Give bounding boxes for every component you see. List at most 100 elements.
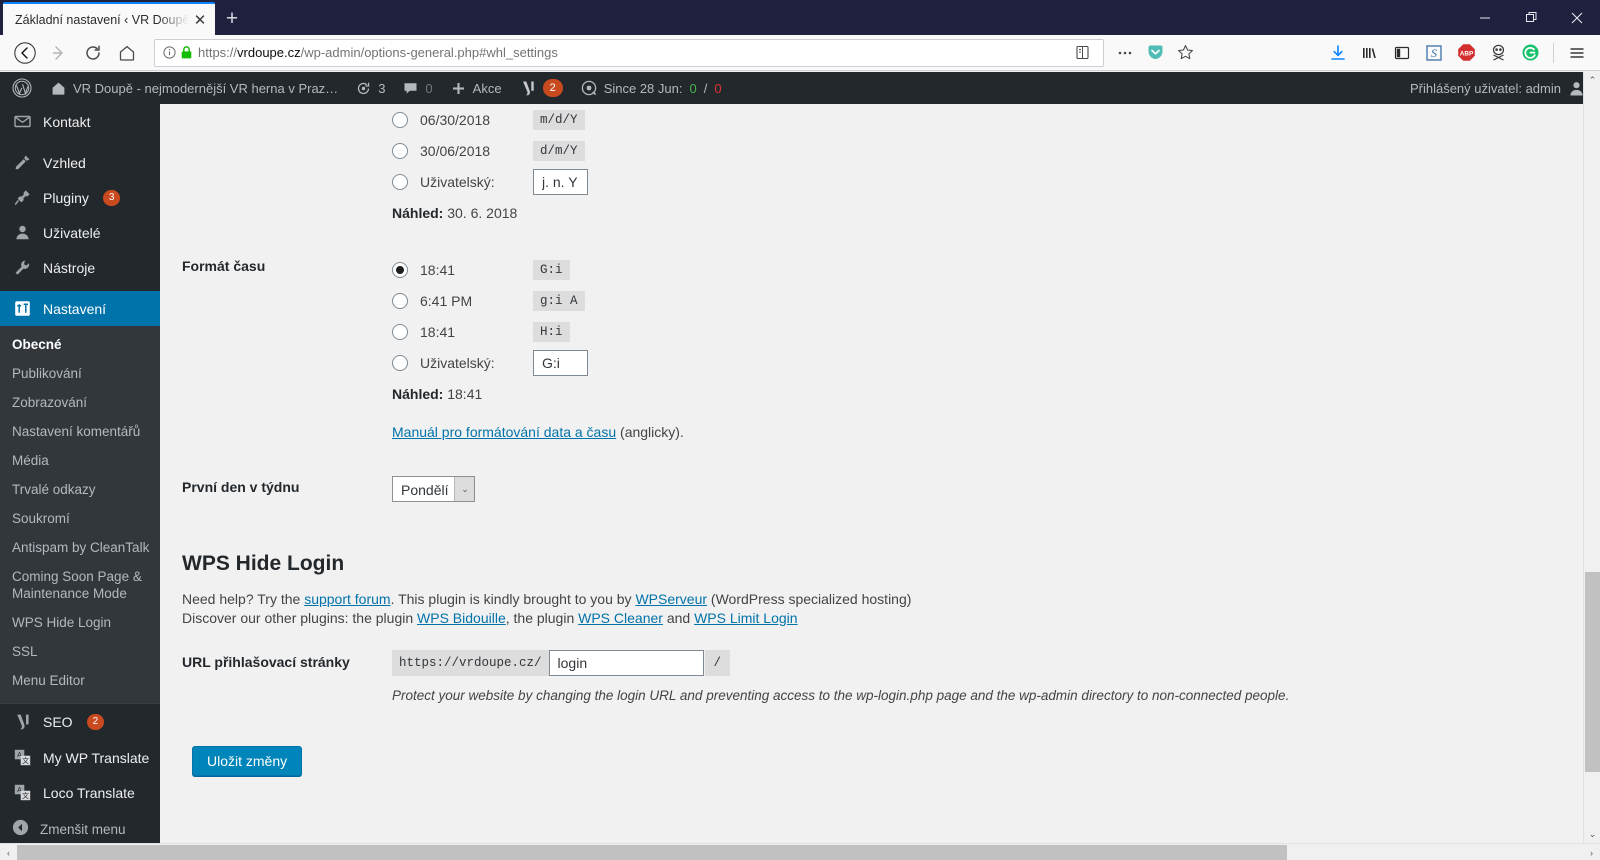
pocket-icon[interactable] (1140, 38, 1170, 68)
time-format-option[interactable]: 18:41 H:i (392, 316, 1590, 347)
sidebar-item-nastaveni[interactable]: Nastavení (0, 291, 168, 326)
close-icon[interactable]: ✕ (191, 11, 209, 29)
download-icon[interactable] (1323, 38, 1353, 68)
submenu-item-publikovani[interactable]: Publikování (0, 359, 160, 388)
sidebar-item-seo[interactable]: SEO 2 (0, 704, 160, 740)
vertical-scroll-thumb[interactable] (1585, 572, 1600, 772)
grammarly-icon[interactable] (1515, 38, 1545, 68)
since-stats-menu[interactable]: Since 28 Jun: 0 / 0 (572, 72, 731, 104)
submenu-item-soukromi[interactable]: Soukromí (0, 504, 160, 533)
radio-button[interactable] (392, 354, 408, 371)
vertical-scrollbar[interactable]: ⌃ ⌄ (1583, 72, 1600, 843)
scroll-right-icon[interactable]: › (1583, 844, 1600, 860)
radio-button[interactable] (392, 261, 408, 278)
wps-cleaner-link[interactable]: WPS Cleaner (578, 610, 663, 626)
adblock-plus-icon[interactable]: ABP (1451, 38, 1481, 68)
horizontal-scrollbar[interactable]: ‹ › (0, 843, 1600, 860)
reader-view-icon[interactable] (1067, 38, 1097, 68)
page-viewport: VR Doupě - nejmodernější VR herna v Praz… (0, 72, 1600, 860)
sidebar-item-my-wp-translate[interactable]: A文 My WP Translate (0, 740, 160, 775)
date-format-custom-option[interactable]: Uživatelský: (392, 166, 1590, 197)
time-format-custom-option[interactable]: Uživatelský: (392, 347, 1590, 378)
sidebar-icon[interactable] (1387, 38, 1417, 68)
minimize-icon[interactable] (1462, 0, 1508, 35)
window-close-icon[interactable] (1554, 0, 1600, 35)
scroll-up-icon[interactable]: ⌃ (1584, 72, 1600, 89)
yoast-icon (522, 81, 534, 95)
submenu-item-coming-soon[interactable]: Coming Soon Page & Maintenance Mode (0, 562, 160, 608)
login-url-input[interactable] (548, 650, 704, 676)
back-icon[interactable] (8, 38, 42, 68)
radio-button[interactable] (392, 142, 408, 159)
week-start-select[interactable]: Pondělí ⌄ (392, 476, 476, 502)
wpserveur-link[interactable]: WPServeur (635, 591, 707, 607)
horizontal-scroll-thumb[interactable] (17, 845, 1287, 860)
sidebar-item-vzhled[interactable]: Vzhled (0, 145, 160, 180)
new-tab-button[interactable]: + (215, 2, 249, 35)
submenu-item-obecne[interactable]: Obecné (0, 330, 160, 359)
submenu-item-komentare[interactable]: Nastavení komentářů (0, 417, 160, 446)
address-bar[interactable]: https://vrdoupe.cz/wp-admin/options-gene… (154, 38, 1104, 68)
time-format-sample: 6:41 PM (420, 292, 473, 309)
updates-menu[interactable]: 3 (347, 72, 394, 104)
submenu-item-menu-editor[interactable]: Menu Editor (0, 666, 160, 695)
scroll-down-icon[interactable]: ⌄ (1584, 826, 1600, 843)
home-icon[interactable] (110, 38, 144, 68)
save-button[interactable]: Uložit změny (192, 746, 303, 776)
time-format-option[interactable]: 6:41 PM g:i A (392, 285, 1590, 316)
seo-menu[interactable]: 2 (511, 72, 572, 104)
radio-button[interactable] (392, 323, 408, 340)
submenu-item-media[interactable]: Média (0, 446, 160, 475)
submenu-item-zobrazovani[interactable]: Zobrazování (0, 388, 160, 417)
sidebar-item-nastroje[interactable]: Nástroje (0, 250, 160, 285)
appearance-icon (12, 154, 32, 171)
new-content-menu[interactable]: Akce (442, 72, 511, 104)
wps-bidouille-link[interactable]: WPS Bidouille (417, 610, 506, 626)
sidebar-item-uzivatele[interactable]: Uživatelé (0, 215, 160, 250)
sidebar-label: Nastavení (43, 300, 107, 317)
browser-tab[interactable]: Základní nastavení ‹ VR Doupě - ne ✕ (3, 2, 215, 35)
time-format-code: G:i (533, 259, 570, 280)
admin-content: 06/30/2018 m/d/Y 30/06/2018 d/m/Y Uživat… (160, 104, 1600, 860)
radio-button[interactable] (392, 292, 408, 309)
preview-label: Náhled: (392, 205, 444, 221)
sidebar-item-pluginy[interactable]: Pluginy 3 (0, 180, 160, 215)
site-identity[interactable] (161, 46, 198, 59)
time-format-option[interactable]: 18:41 G:i (392, 254, 1590, 285)
ghostery-skull-icon[interactable] (1483, 38, 1513, 68)
sidebar-item-loco-translate[interactable]: A文 Loco Translate (0, 775, 160, 810)
bookmark-star-icon[interactable] (1170, 38, 1200, 68)
wps-limit-login-link[interactable]: WPS Limit Login (694, 610, 797, 626)
submenu-item-wps-hide-login[interactable]: WPS Hide Login (0, 608, 160, 637)
translate-icon: A文 (12, 749, 32, 766)
date-format-option[interactable]: 30/06/2018 d/m/Y (392, 135, 1590, 166)
reload-icon[interactable] (76, 38, 110, 68)
date-format-option[interactable]: 06/30/2018 m/d/Y (392, 104, 1590, 135)
browser-navbar: https://vrdoupe.cz/wp-admin/options-gene… (0, 35, 1600, 71)
account-menu[interactable]: Přihlášený uživatel: admin (1401, 72, 1594, 104)
site-name-label: VR Doupě - nejmodernější VR herna v Praz… (73, 80, 339, 96)
submenu-item-antispam[interactable]: Antispam by CleanTalk (0, 533, 160, 562)
radio-button[interactable] (392, 173, 408, 190)
date-format-custom-input[interactable] (533, 168, 588, 195)
submenu-item-trvale-odkazy[interactable]: Trvalé odkazy (0, 475, 160, 504)
collapse-label: Zmenšit menu (40, 821, 126, 837)
submenu-item-ssl[interactable]: SSL (0, 637, 160, 666)
library-icon[interactable] (1355, 38, 1385, 68)
maximize-icon[interactable] (1508, 0, 1554, 35)
support-forum-link[interactable]: support forum (304, 591, 390, 607)
since-separator: / (703, 80, 708, 96)
wp-logo-menu[interactable] (0, 72, 42, 104)
comments-menu[interactable]: 0 (394, 72, 441, 104)
stylish-icon[interactable]: S (1419, 38, 1449, 68)
radio-button[interactable] (392, 111, 408, 128)
scroll-left-icon[interactable]: ‹ (0, 844, 17, 860)
sidebar-item-kontakt[interactable]: Kontakt (0, 104, 160, 139)
hamburger-menu-icon[interactable] (1562, 38, 1592, 68)
page-actions-icon[interactable] (1110, 38, 1140, 68)
extension-toolbar: S ABP (1323, 38, 1592, 68)
site-name-menu[interactable]: VR Doupě - nejmodernější VR herna v Praz… (42, 72, 347, 104)
admin-wrap: Kontakt Vzhled Pluginy 3 Uživatelé Nástr… (0, 104, 1600, 860)
datetime-doc-link[interactable]: Manuál pro formátování data a času (392, 424, 616, 440)
time-format-custom-input[interactable] (533, 349, 588, 376)
